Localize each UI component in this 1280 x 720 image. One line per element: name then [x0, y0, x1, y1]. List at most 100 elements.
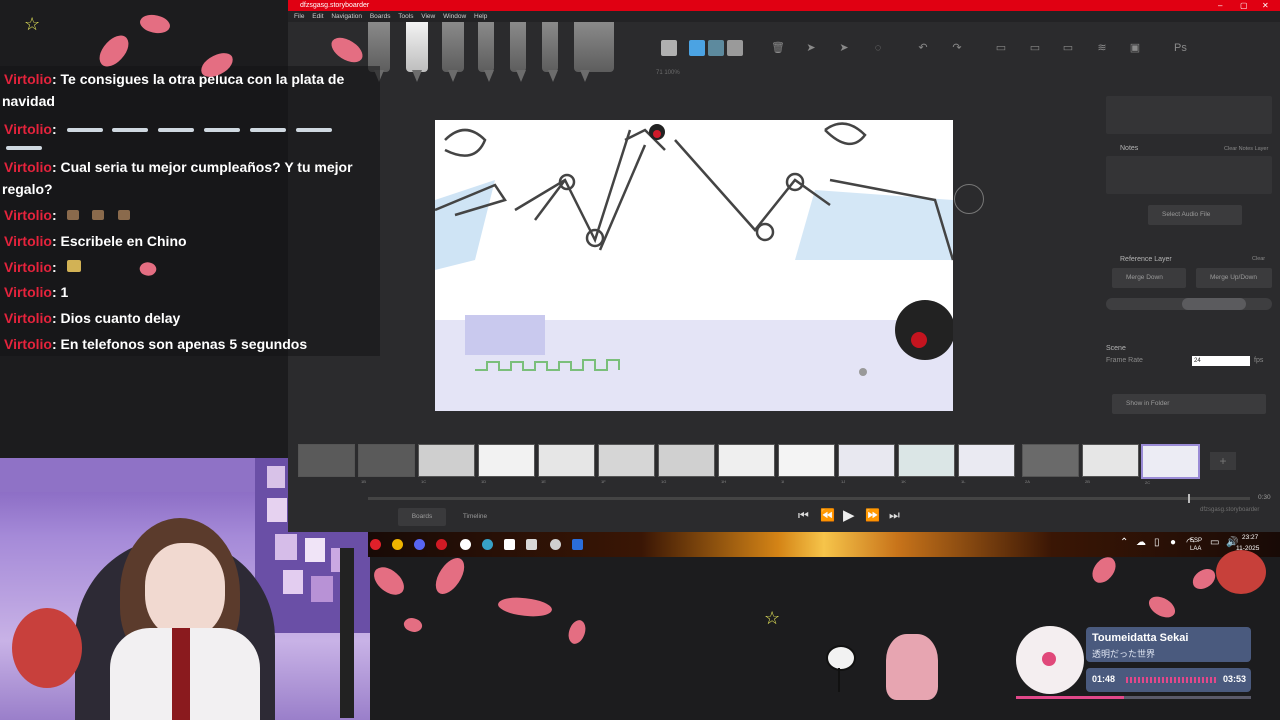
board-thumb[interactable]: 1J	[838, 444, 895, 484]
board-thumb[interactable]	[298, 444, 355, 477]
chat-username: Virtolio	[4, 284, 52, 300]
chrome-icon[interactable]	[392, 539, 403, 550]
dialogue-panel[interactable]	[1106, 96, 1272, 134]
lasso-icon[interactable]: ◌	[872, 42, 884, 54]
trash-icon[interactable]: 🗑	[771, 42, 785, 54]
menu-boards[interactable]: Boards	[370, 13, 391, 20]
marker-tool[interactable]	[542, 22, 558, 72]
obs-icon[interactable]	[460, 539, 471, 550]
blue-swatch[interactable]	[689, 40, 705, 56]
board-thumb[interactable]: 1I	[778, 444, 835, 484]
chat-text: :	[51, 207, 57, 223]
layers-icon[interactable]: ≋	[1096, 42, 1108, 54]
notes-field[interactable]	[1106, 156, 1272, 194]
chat-message: Virtolio: Escribele en Chino	[4, 230, 187, 252]
merge-down-button[interactable]: Merge Down	[1112, 268, 1186, 288]
pencil-tool[interactable]	[478, 22, 494, 72]
skip-back-icon[interactable]: ⏮	[798, 508, 809, 523]
board-thumb[interactable]: 1B	[358, 444, 415, 484]
select-audio-button[interactable]: Select Audio File	[1148, 205, 1242, 225]
board-thumb[interactable]: 1C	[418, 444, 475, 484]
eraser-tool[interactable]	[574, 22, 614, 72]
menu-help[interactable]: Help	[474, 13, 487, 20]
chat-username: Virtolio	[4, 336, 52, 352]
cloud-icon[interactable]: ☁	[1136, 537, 1146, 548]
avatar-face	[145, 543, 225, 638]
image-icon[interactable]: ▣	[1129, 42, 1141, 54]
skip-forward-icon[interactable]: ⏭	[889, 508, 900, 523]
tab-timeline[interactable]: Timeline	[450, 508, 500, 526]
layout-1-icon[interactable]: ▭	[995, 42, 1007, 54]
emote-icon	[92, 210, 105, 220]
avatar-tie	[172, 628, 190, 720]
opacity-slider-thumb[interactable]	[1182, 298, 1246, 310]
chat-message: navidad	[2, 90, 55, 112]
move-icon[interactable]: ➤	[838, 42, 850, 54]
board-thumb[interactable]: 2A	[1022, 444, 1079, 484]
minimize-button[interactable]: –	[1218, 0, 1222, 11]
play-icon[interactable]: ▶	[843, 506, 855, 524]
menu-window[interactable]: Window	[443, 13, 466, 20]
teal-swatch[interactable]	[708, 40, 724, 56]
board-thumb[interactable]: 1L	[958, 444, 1015, 484]
board-thumb[interactable]: 1G	[658, 444, 715, 484]
edge-icon[interactable]	[482, 539, 493, 550]
settings-icon[interactable]	[550, 539, 561, 550]
photoshop-icon[interactable]: Ps	[1174, 42, 1187, 54]
tray-chevron-icon[interactable]: ⌃	[1120, 537, 1128, 548]
clear-notes-button[interactable]: Clear Notes Layer	[1224, 146, 1268, 152]
tone-tool[interactable]	[442, 22, 464, 72]
reference-clear-button[interactable]: Clear	[1252, 256, 1265, 262]
opera-icon[interactable]	[436, 539, 447, 550]
frame-rate-select[interactable]: 24	[1192, 356, 1250, 366]
gray-swatch[interactable]	[661, 40, 677, 56]
light-swatch[interactable]	[727, 40, 743, 56]
menu-edit[interactable]: Edit	[312, 13, 323, 20]
timeline-scrubber[interactable]	[368, 494, 1250, 503]
mic-icon[interactable]: ●	[1170, 537, 1176, 548]
folder-icon[interactable]	[572, 539, 583, 550]
board-thumb-selected[interactable]: 2C	[1141, 444, 1200, 485]
keyboard-layout[interactable]: LAA	[1190, 546, 1201, 552]
app2-icon[interactable]	[526, 539, 537, 550]
add-board-button[interactable]: +	[1210, 452, 1236, 470]
add-board-icon[interactable]: ➤	[805, 42, 817, 54]
fish-emote	[66, 128, 103, 133]
petal	[1145, 591, 1179, 623]
tab-boards[interactable]: Boards	[398, 508, 446, 526]
maximize-button[interactable]: ▢	[1240, 0, 1248, 11]
show-in-folder-button[interactable]: Show in Folder	[1112, 394, 1266, 414]
board-thumb[interactable]: 2B	[1082, 444, 1139, 484]
menu-view[interactable]: View	[421, 13, 435, 20]
opacity-slider[interactable]	[1106, 298, 1272, 310]
board-thumb[interactable]: 1K	[898, 444, 955, 484]
clock-time[interactable]: 23:27	[1242, 534, 1258, 541]
network-icon[interactable]: ▭	[1210, 537, 1219, 548]
brush-tool[interactable]	[406, 22, 428, 72]
board-thumb[interactable]: 1E	[538, 444, 595, 484]
youtube-icon[interactable]	[370, 539, 381, 550]
playhead[interactable]	[1188, 494, 1191, 503]
app-icon[interactable]	[504, 539, 515, 550]
fast-forward-icon[interactable]: ⏩	[865, 508, 880, 522]
layout-2-icon[interactable]: ▭	[1029, 42, 1041, 54]
rewind-icon[interactable]: ⏪	[820, 508, 835, 522]
menu-file[interactable]: File	[294, 13, 304, 20]
drawing-canvas[interactable]	[435, 120, 953, 411]
menu-tools[interactable]: Tools	[398, 13, 413, 20]
light-pencil-tool[interactable]	[368, 22, 390, 72]
song-subtitle: 透明だった世界	[1092, 650, 1156, 660]
layout-3-icon[interactable]: ▭	[1062, 42, 1074, 54]
undo-icon[interactable]: ↶	[917, 42, 929, 54]
close-button[interactable]: ✕	[1262, 0, 1269, 11]
board-thumb[interactable]: 1D	[478, 444, 535, 484]
battery-icon[interactable]: ▯	[1154, 537, 1160, 548]
keyboard-language[interactable]: ESP	[1190, 538, 1202, 544]
board-thumb[interactable]: 1H	[718, 444, 775, 484]
merge-up-down-button[interactable]: Merge Up/Down	[1196, 268, 1272, 288]
discord-icon[interactable]	[414, 539, 425, 550]
board-thumb[interactable]: 1F	[598, 444, 655, 484]
menu-navigation[interactable]: Navigation	[331, 13, 362, 20]
redo-icon[interactable]: ↷	[951, 42, 963, 54]
pen-tool[interactable]	[510, 22, 526, 72]
